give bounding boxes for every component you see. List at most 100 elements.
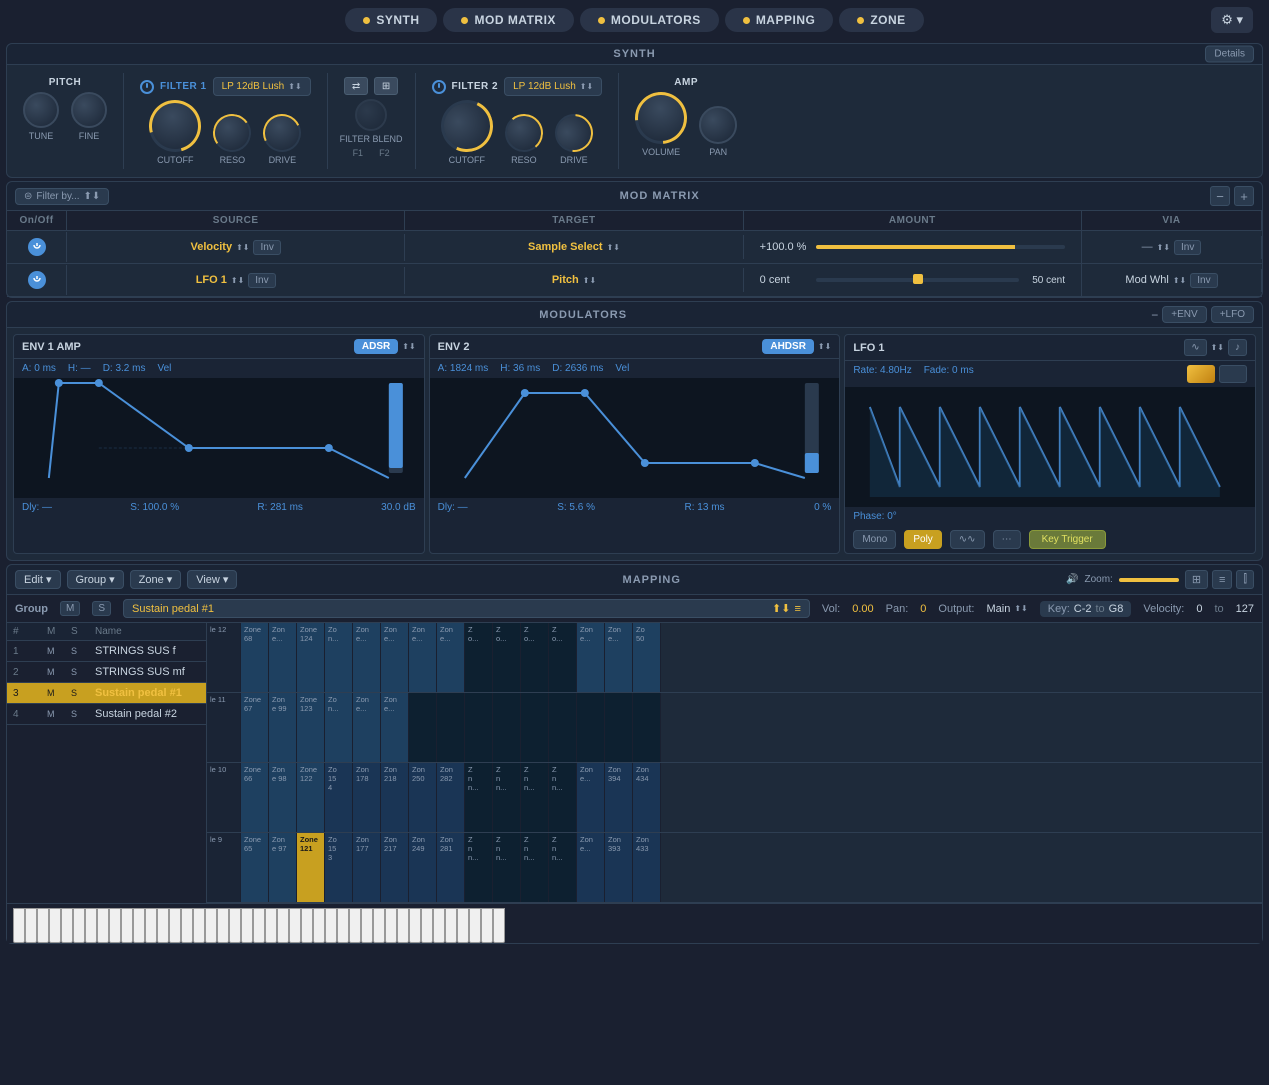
grid-r3-c3[interactable]: Zone122 (297, 763, 325, 832)
grid-r1-c4[interactable]: Zon... (325, 623, 353, 692)
row1-amount-slider[interactable] (816, 245, 1065, 249)
white-key-38[interactable] (277, 908, 289, 943)
lfo1-shape-2-button[interactable]: ⋯ (993, 530, 1021, 549)
grid-r2-c2[interactable]: Zone 99 (269, 693, 297, 762)
grid-r4-c8[interactable]: Zon281 (437, 833, 465, 902)
white-key-53[interactable] (385, 908, 397, 943)
grid-r4-c1[interactable]: Zone65 (241, 833, 269, 902)
tab-modulators[interactable]: MODULATORS (580, 8, 719, 32)
grid-r2-c14[interactable] (605, 693, 633, 762)
blend-icon-arrows[interactable]: ⇄ (344, 77, 368, 95)
filter1-reso-knob[interactable] (210, 111, 254, 155)
white-key-64[interactable] (457, 908, 469, 943)
filter-blend-knob[interactable] (355, 99, 387, 131)
tab-mod-matrix[interactable]: MOD MATRIX (443, 8, 573, 32)
white-key-24[interactable] (181, 908, 193, 943)
row2-inv-via-button[interactable]: Inv (1190, 273, 1217, 288)
grid-r1-c2[interactable]: Zone... (269, 623, 297, 692)
grid-r1-c7[interactable]: Zone... (409, 623, 437, 692)
white-key-48[interactable] (349, 908, 361, 943)
grid-r2-c11[interactable] (521, 693, 549, 762)
grid-r3-c2[interactable]: Zone 98 (269, 763, 297, 832)
filter2-type-dropdown[interactable]: LP 12dB Lush ⬆⬇ (504, 77, 602, 96)
pan-knob[interactable] (699, 106, 737, 144)
row2-on-button[interactable] (28, 271, 46, 289)
grid-r4-c2[interactable]: Zone 97 (269, 833, 297, 902)
grid-r2-c3[interactable]: Zone123 (297, 693, 325, 762)
grid-r1-c9[interactable]: Zo... (465, 623, 493, 692)
fine-knob[interactable] (71, 92, 107, 128)
grid-r4-c7[interactable]: Zon249 (409, 833, 437, 902)
strip-s-button[interactable]: S (92, 601, 111, 616)
filter2-drive-knob[interactable] (547, 106, 601, 160)
grid-r1-c11[interactable]: Zo... (521, 623, 549, 692)
grid-r1-c8[interactable]: Zone... (437, 623, 465, 692)
white-key-12[interactable] (97, 908, 109, 943)
piano-keys[interactable] (13, 908, 1256, 943)
white-key-60[interactable] (433, 908, 445, 943)
grid-r2-c8[interactable] (437, 693, 465, 762)
white-key-11[interactable] (85, 908, 97, 943)
edit-dropdown-button[interactable]: Edit ▾ (15, 570, 61, 589)
white-key-52[interactable] (373, 908, 385, 943)
white-key-69[interactable] (493, 908, 505, 943)
white-key-47[interactable] (337, 908, 349, 943)
white-key-33[interactable] (241, 908, 253, 943)
white-key-29[interactable] (217, 908, 229, 943)
lfo1-mono-button[interactable]: Mono (853, 530, 896, 549)
zone-list-row-1[interactable]: 1 M S STRINGS SUS f (7, 641, 206, 662)
grid-r4-c6[interactable]: Zon217 (381, 833, 409, 902)
view-grid-button[interactable]: ⊞ (1185, 570, 1208, 589)
grid-r4-c13[interactable]: Zone... (577, 833, 605, 902)
mod-matrix-minus-button[interactable]: − (1210, 186, 1230, 206)
white-key-55[interactable] (397, 908, 409, 943)
zone-list-row-3[interactable]: 3 M S Sustain pedal #1 (7, 683, 206, 704)
volume-knob[interactable] (625, 81, 698, 154)
row1-inv-via-button[interactable]: Inv (1174, 240, 1201, 255)
zoom-slider[interactable] (1119, 578, 1179, 582)
white-key-4[interactable] (37, 908, 49, 943)
white-key-31[interactable] (229, 908, 241, 943)
view-list-button[interactable]: ≡ (1212, 570, 1232, 589)
white-key-45[interactable] (325, 908, 337, 943)
grid-r3-c13[interactable]: Zone... (577, 763, 605, 832)
grid-r2-c12[interactable] (549, 693, 577, 762)
white-key-9[interactable] (73, 908, 85, 943)
grid-r3-c14[interactable]: Zon394 (605, 763, 633, 832)
view-split-button[interactable]: ⫿ (1236, 570, 1254, 589)
white-key-21[interactable] (157, 908, 169, 943)
grid-r2-c1[interactable]: Zone67 (241, 693, 269, 762)
white-key-59[interactable] (421, 908, 433, 943)
lfo1-shape-1-button[interactable]: ∿∿ (950, 530, 985, 549)
lfo1-note-button[interactable]: ♪ (1228, 339, 1247, 356)
white-key-16[interactable] (121, 908, 133, 943)
grid-r2-c10[interactable] (493, 693, 521, 762)
tab-mapping[interactable]: MAPPING (725, 8, 834, 32)
grid-r3-c10[interactable]: Znn... (493, 763, 521, 832)
grid-r3-c11[interactable]: Znn... (521, 763, 549, 832)
grid-r3-c12[interactable]: Znn... (549, 763, 577, 832)
zone-dropdown-button[interactable]: Zone ▾ (130, 570, 182, 589)
grid-r1-c14[interactable]: Zone... (605, 623, 633, 692)
white-key-14[interactable] (109, 908, 121, 943)
zone-list-row-4[interactable]: 4 M S Sustain pedal #2 (7, 704, 206, 725)
white-key-19[interactable] (145, 908, 157, 943)
grid-r2-c5[interactable]: Zone... (353, 693, 381, 762)
grid-r3-c4[interactable]: Zo154 (325, 763, 353, 832)
settings-button[interactable]: ⚙ ▾ (1211, 7, 1253, 33)
view-dropdown-button[interactable]: View ▾ (187, 570, 237, 589)
grid-r1-c6[interactable]: Zone... (381, 623, 409, 692)
grid-r3-c5[interactable]: Zon178 (353, 763, 381, 832)
grid-r3-c15[interactable]: Zon434 (633, 763, 661, 832)
filter2-reso-knob[interactable] (503, 112, 544, 153)
grid-r2-c15[interactable] (633, 693, 661, 762)
white-key-40[interactable] (289, 908, 301, 943)
grid-r4-c14[interactable]: Zon393 (605, 833, 633, 902)
grid-r1-c3[interactable]: Zone124 (297, 623, 325, 692)
grid-r4-c10[interactable]: Znn... (493, 833, 521, 902)
group-dropdown-button[interactable]: Group ▾ (67, 570, 124, 589)
filter1-drive-knob[interactable] (258, 109, 307, 158)
grid-r4-c12[interactable]: Znn... (549, 833, 577, 902)
modulators-minus-button[interactable]: − (1151, 308, 1158, 322)
grid-r4-c9[interactable]: Znn... (465, 833, 493, 902)
